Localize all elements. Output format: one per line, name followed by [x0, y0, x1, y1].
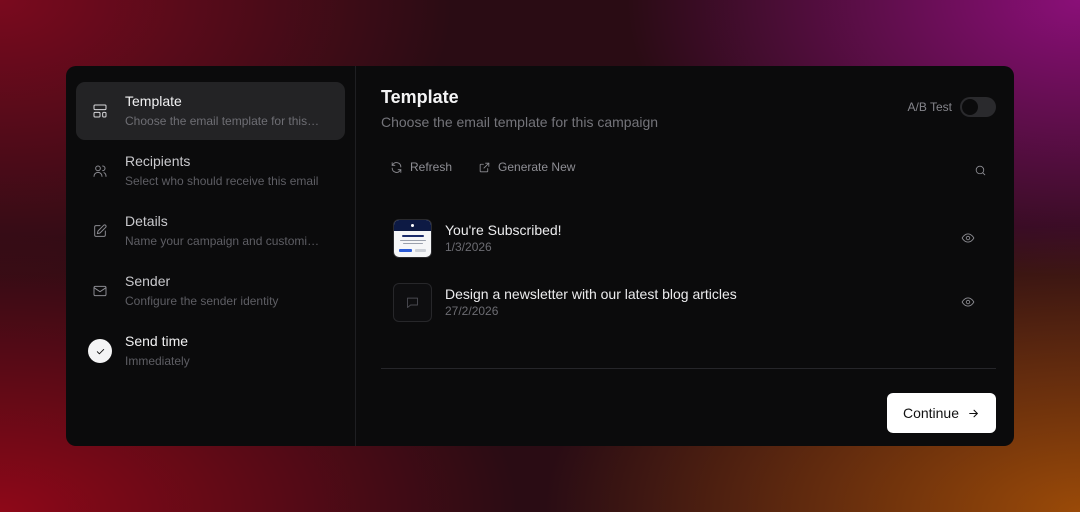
- template-date: 1/3/2026: [445, 240, 492, 254]
- template-name: Design a newsletter with our latest blog…: [445, 286, 737, 302]
- check-icon: [88, 339, 112, 363]
- toggle-knob: [962, 99, 978, 115]
- step-description: Immediately: [125, 354, 190, 368]
- template-row[interactable]: You're Subscribed! 1/3/2026: [381, 206, 996, 270]
- step-title: Sender: [125, 273, 171, 289]
- search-button[interactable]: [974, 164, 990, 180]
- step-sender[interactable]: Sender Configure the sender identity: [76, 262, 345, 320]
- template-row[interactable]: Design a newsletter with our latest blog…: [381, 270, 996, 334]
- step-recipients[interactable]: Recipients Select who should receive thi…: [76, 142, 345, 200]
- step-description: Name your campaign and customize it: [125, 234, 321, 248]
- ab-test-control: A/B Test: [908, 97, 996, 117]
- template-name: You're Subscribed!: [445, 222, 562, 238]
- steps-sidebar: Template Choose the email template for t…: [66, 66, 356, 446]
- template-date: 27/2/2026: [445, 304, 499, 318]
- preview-eye-icon[interactable]: [960, 294, 976, 310]
- ab-test-toggle[interactable]: [960, 97, 996, 117]
- search-icon: [975, 165, 986, 176]
- page-title: Template: [381, 87, 459, 107]
- template-panel: Template Choose the email template for t…: [356, 66, 1014, 446]
- refresh-button[interactable]: Refresh: [390, 160, 452, 174]
- template-toolbar: Refresh Generate New: [381, 157, 996, 177]
- arrow-right-icon: [969, 409, 978, 417]
- edit-icon: [88, 219, 112, 243]
- layout-template-icon: [88, 99, 112, 123]
- step-description: Choose the email template for this campa…: [125, 114, 321, 128]
- step-title: Details: [125, 213, 168, 229]
- continue-label: Continue: [902, 405, 959, 421]
- step-description: Configure the sender identity: [125, 294, 279, 308]
- continue-button[interactable]: Continue: [886, 393, 996, 433]
- refresh-label: Refresh: [410, 160, 453, 174]
- step-details[interactable]: Details Name your campaign and customize…: [76, 202, 345, 260]
- step-template[interactable]: Template Choose the email template for t…: [76, 82, 345, 140]
- template-list: You're Subscribed! 1/3/2026 Design a new…: [381, 206, 996, 334]
- step-description: Select who should receive this email: [125, 174, 319, 188]
- external-link-icon: [479, 162, 490, 172]
- refresh-icon: [391, 161, 402, 173]
- ab-test-label: A/B Test: [907, 100, 952, 114]
- page-subtitle: Choose the email template for this campa…: [381, 114, 659, 130]
- chat-icon: [393, 282, 432, 322]
- campaign-dialog: Template Choose the email template for t…: [66, 66, 1014, 446]
- mail-icon: [88, 279, 112, 303]
- generate-new-label: Generate New: [498, 160, 576, 174]
- step-send-time[interactable]: Send time Immediately: [76, 322, 345, 380]
- email-preview-thumbnail: [393, 218, 432, 258]
- users-icon: [88, 159, 112, 183]
- footer-divider: [381, 368, 996, 369]
- generate-new-button[interactable]: Generate New: [478, 160, 575, 174]
- step-title: Template: [125, 93, 182, 109]
- step-title: Send time: [125, 333, 189, 349]
- step-title: Recipients: [125, 153, 191, 169]
- preview-eye-icon[interactable]: [960, 230, 976, 246]
